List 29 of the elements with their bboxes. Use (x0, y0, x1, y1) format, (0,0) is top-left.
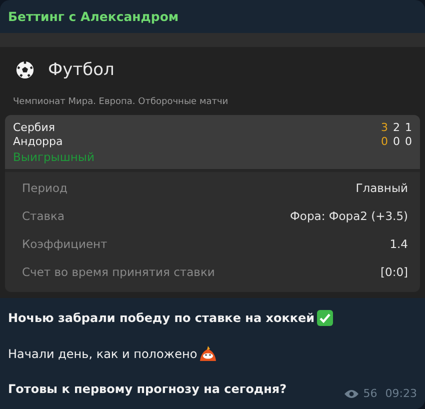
team-name: Андорра (13, 135, 63, 149)
detail-label: Период (22, 181, 68, 195)
bet-result: Выигрышный (13, 149, 96, 165)
detail-label: Счет во время принятия ставки (22, 265, 215, 279)
detail-value: Главный (356, 181, 408, 195)
message-text: Готовы к первому прогнозу на сегодня? (8, 382, 287, 396)
sport-title: Футбол (48, 60, 114, 80)
detail-value: [0:0] (380, 265, 408, 279)
league-name: Чемпионат Мира. Европа. Отборочные матчи (12, 96, 230, 107)
team-name: Сербия (13, 121, 55, 135)
score: 3 (381, 121, 388, 135)
message-text: Ночью забрали победу по ставке на хоккей (8, 311, 315, 325)
score: 1 (405, 121, 412, 135)
detail-value: 1.4 (390, 237, 408, 251)
score: 2 (393, 121, 400, 135)
soccer-ball-icon (16, 61, 34, 79)
score: 0 (393, 135, 400, 149)
message-text: Начали день, как и положено (8, 347, 198, 361)
detail-label: Ставка (22, 209, 65, 223)
score: 0 (381, 135, 388, 149)
detail-value: Фора: Фора2 (+3.5) (290, 209, 408, 223)
view-count: 56 (363, 387, 378, 400)
message-time: 09:23 (385, 387, 417, 400)
smiling-blob-icon (199, 346, 218, 362)
sender-name: Беттинг с Александром (7, 8, 180, 26)
check-mark-icon (316, 310, 333, 326)
detail-label: Коэффициент (22, 237, 108, 251)
score: 0 (405, 135, 412, 149)
eye-icon (344, 388, 360, 398)
